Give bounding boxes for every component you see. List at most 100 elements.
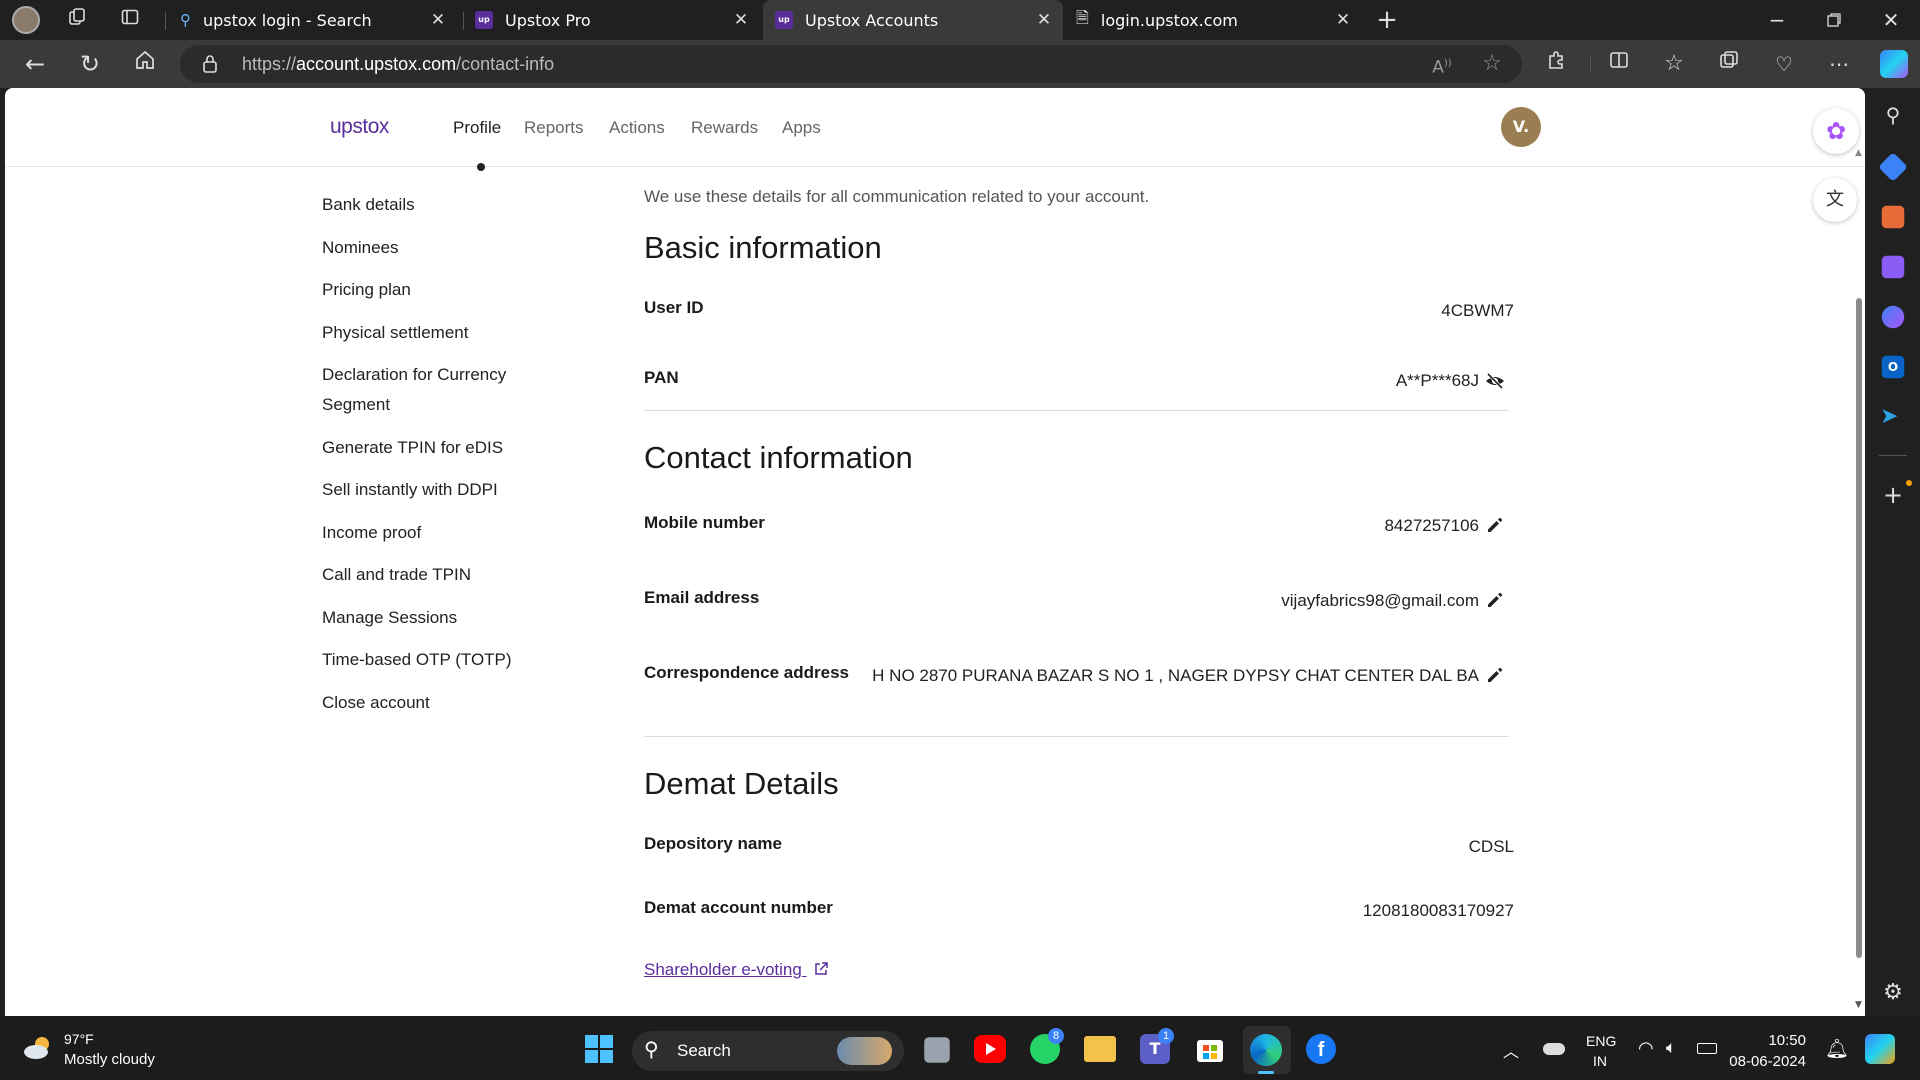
user-avatar[interactable]: V. [1501,107,1541,147]
tab-upstox-pro[interactable]: up Upstox Pro ✕ [470,0,760,40]
browser-essentials-icon[interactable]: ♡ [1767,47,1801,81]
clock-date[interactable]: 08-06-2024 [1726,1053,1806,1070]
edge-browser-icon[interactable] [1250,1034,1282,1066]
edit-mobile-pencil-icon[interactable] [1485,515,1505,535]
workspaces-icon[interactable] [60,3,94,37]
show-hidden-icons-chevron[interactable]: ︿ [1503,1038,1519,1062]
sidebar-item-ddpi[interactable]: Sell instantly with DDPI [322,475,498,505]
shareholder-evoting-link[interactable]: Shareholder e-voting [644,960,829,982]
back-icon[interactable]: ← [18,47,52,81]
close-tab-icon[interactable]: ✕ [1332,9,1354,31]
close-tab-icon[interactable]: ✕ [730,9,752,31]
home-icon[interactable] [128,47,162,81]
tools-briefcase-icon[interactable] [1881,205,1905,229]
weather-desc[interactable]: Mostly cloudy [64,1051,155,1068]
facebook-icon[interactable]: f [1306,1034,1336,1064]
windows-start-icon[interactable] [584,1034,614,1064]
file-explorer-icon[interactable] [1084,1036,1116,1062]
minimize-icon[interactable]: − [1760,3,1794,37]
email-value: vijayfabrics98@gmail.com [1281,591,1479,610]
search-icon: ⚲ [180,11,191,29]
tab-actions-icon[interactable] [113,3,147,37]
settings-more-icon[interactable]: ⋯ [1822,47,1856,81]
sidebar-item-currency-declaration[interactable]: Declaration for Currency Segment [322,360,542,420]
nav-reports[interactable]: Reports [524,118,584,138]
evoting-label: Shareholder e-voting [644,960,802,979]
restore-icon[interactable] [1817,3,1851,37]
collections-icon[interactable] [1712,47,1746,81]
games-icon[interactable] [1881,255,1905,279]
edit-email-pencil-icon[interactable] [1485,590,1505,610]
taskbar [0,1016,1920,1080]
sidebar-item-bank-details[interactable]: Bank details [322,190,415,220]
add-sidebar-app-icon[interactable]: + [1876,478,1910,512]
copilot-icon[interactable] [1880,50,1908,78]
weather-temp[interactable]: 97°F [64,1031,94,1047]
tab-upstox-login-search[interactable]: ⚲ upstox login - Search ✕ [172,0,457,40]
extensions-icon[interactable] [1540,47,1574,81]
tab-login-upstox[interactable]: 🗎 login.upstox.com ✕ [1066,0,1362,40]
sidebar-item-generate-tpin[interactable]: Generate TPIN for eDIS [322,433,503,463]
close-window-icon[interactable]: ✕ [1874,3,1908,37]
sidebar-item-income-proof[interactable]: Income proof [322,518,421,548]
taskbar-search-box[interactable]: ⚲ Search [632,1031,904,1071]
page-content: upstox Profile Reports Actions Rewards A… [5,88,1865,1016]
tab-upstox-accounts[interactable]: up Upstox Accounts ✕ [763,0,1063,40]
sidebar-item-nominees[interactable]: Nominees [322,233,399,263]
nav-apps[interactable]: Apps [782,118,821,138]
edit-address-pencil-icon[interactable] [1485,665,1505,685]
volume-icon[interactable]: 🔈︎ [1666,1038,1676,1058]
favorite-star-icon[interactable]: ☆ [1475,47,1509,81]
clock-time[interactable]: 10:50 [1746,1032,1806,1049]
youtube-icon[interactable] [974,1035,1006,1063]
notification-bell-icon[interactable]: 🔔︎ [1825,1037,1849,1061]
close-tab-icon[interactable]: ✕ [1033,9,1055,31]
sidebar-item-totp[interactable]: Time-based OTP (TOTP) [322,645,512,675]
language-in[interactable]: IN [1593,1053,1607,1069]
nav-actions[interactable]: Actions [609,118,665,138]
sidebar-settings-gear-icon[interactable]: ⚙ [1876,976,1910,1010]
upstox-logo[interactable]: upstox [330,115,389,139]
taskbar-search-icon: ⚲ [644,1037,659,1061]
onedrive-cloud-icon[interactable] [1543,1043,1565,1055]
outlook-icon[interactable]: O [1881,355,1905,379]
upstox-favicon-icon: up [475,11,493,29]
sidebar-item-pricing-plan[interactable]: Pricing plan [322,275,411,305]
favorites-icon[interactable]: ☆ [1657,47,1691,81]
sidebar-item-physical-settlement[interactable]: Physical settlement [322,318,468,348]
url-text[interactable]: https://account.upstox.com/contact-info [242,52,554,76]
sidebar-item-close-account[interactable]: Close account [322,688,430,718]
page-scrollbar[interactable]: ▲ ▼ [1855,148,1863,1016]
sidebar-item-call-trade-tpin[interactable]: Call and trade TPIN [322,560,471,590]
copilot-float-icon[interactable]: ✿ [1813,108,1859,154]
copilot-taskbar-icon[interactable] [1865,1034,1895,1064]
sidebar-separator [1879,455,1907,456]
scroll-up-arrow-icon[interactable]: ▲ [1855,148,1862,158]
telegram-icon[interactable]: ➤ [1880,404,1898,429]
wifi-icon[interactable]: ◠ [1638,1038,1654,1059]
language-eng[interactable]: ENG [1586,1033,1616,1049]
basic-info-heading: Basic information [644,230,882,265]
nav-profile[interactable]: Profile [453,118,501,138]
close-tab-icon[interactable]: ✕ [427,9,449,31]
page-icon: 🗎 [1076,7,1089,27]
read-aloud-icon[interactable]: A)) [1425,47,1459,81]
microsoft-store-icon[interactable] [1195,1034,1225,1064]
task-view-icon[interactable] [924,1037,950,1063]
scrollbar-thumb[interactable] [1856,298,1862,958]
split-screen-icon[interactable] [1602,47,1636,81]
hide-eye-icon[interactable] [1485,372,1505,394]
nav-rewards[interactable]: Rewards [691,118,758,138]
new-tab-icon[interactable]: + [1370,3,1404,37]
sidebar-item-manage-sessions[interactable]: Manage Sessions [322,603,457,633]
weather-cloud-icon[interactable] [22,1034,56,1060]
copilot-sidebar-icon[interactable] [1881,305,1905,329]
demat-account-value: 1208180083170927 [1362,901,1514,920]
translate-float-icon[interactable]: 文 [1813,178,1857,222]
refresh-icon[interactable]: ↻ [73,47,107,81]
profile-avatar-icon[interactable] [12,6,40,34]
battery-icon[interactable] [1697,1043,1717,1054]
scroll-down-arrow-icon[interactable]: ▼ [1855,1000,1862,1010]
sidebar-search-icon[interactable]: ⚲ [1876,98,1910,132]
lock-icon[interactable] [201,54,219,78]
